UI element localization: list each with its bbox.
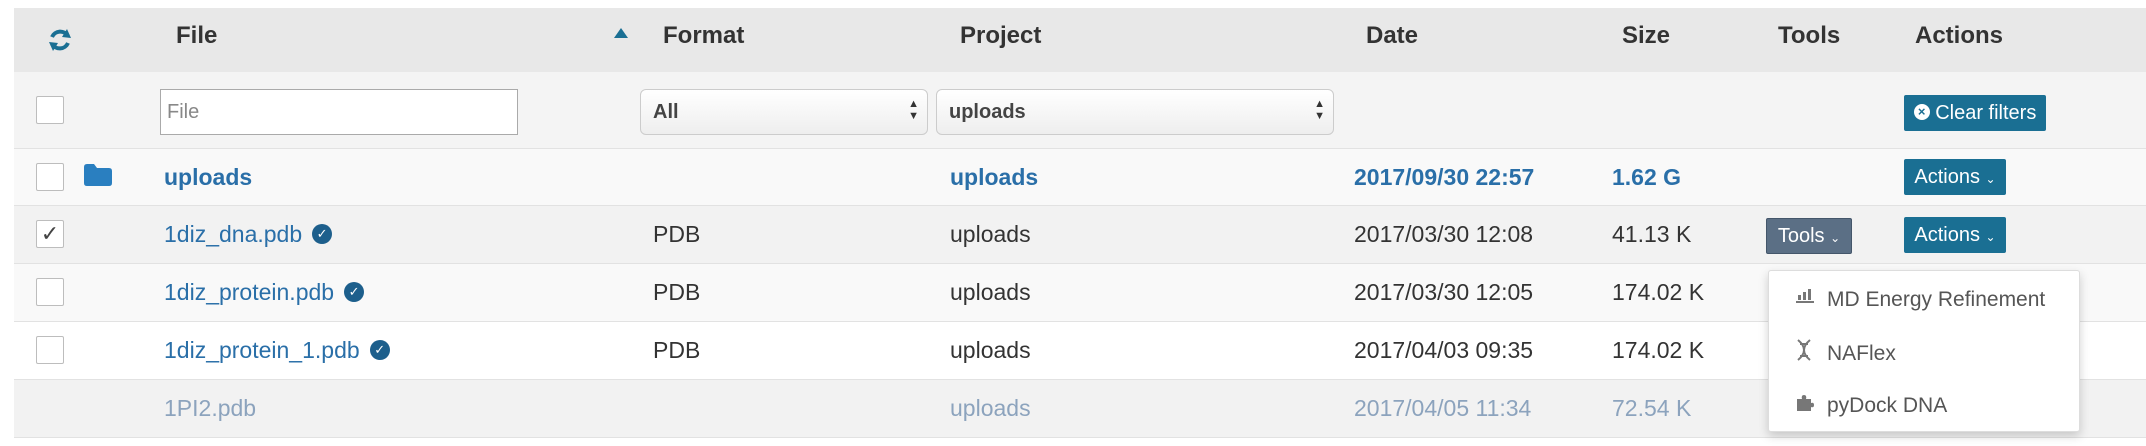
column-header-size[interactable]: Size — [1622, 22, 1670, 50]
actions-label: Actions — [1914, 224, 1980, 246]
format-cell: PDB — [653, 337, 701, 363]
dna-icon — [1795, 339, 1813, 369]
file-name-link[interactable]: 1diz_protein_1.pdb ✓ — [164, 336, 390, 364]
column-header-file[interactable]: File — [176, 22, 217, 50]
project-cell: uploads — [950, 279, 1031, 305]
menu-item-label: NAFlex — [1827, 342, 1896, 365]
menu-item-naflex[interactable]: NAFlex — [1769, 329, 2079, 377]
check-circle-icon: ✓ — [369, 339, 390, 360]
menu-item-label: pyDock DNA — [1827, 394, 1948, 417]
date-cell: 2017/09/30 22:57 — [1354, 164, 1535, 190]
date-cell: 2017/03/30 12:08 — [1354, 221, 1534, 247]
file-table: File Format Project Date Size Tools Acti… — [0, 0, 2146, 446]
project-cell: uploads — [950, 221, 1031, 247]
date-cell: 2017/03/30 12:05 — [1354, 279, 1534, 305]
actions-label: Actions — [1914, 166, 1980, 188]
select-arrows-icon: ▲ ▼ — [908, 98, 919, 122]
folder-icon[interactable] — [84, 164, 112, 191]
file-name-link[interactable]: 1diz_dna.pdb ✓ — [164, 220, 333, 248]
project-cell[interactable]: uploads — [950, 163, 1038, 191]
actions-button[interactable]: Actions ⌄ — [1904, 159, 2006, 195]
size-cell: 1.62 G — [1612, 164, 1682, 190]
puzzle-icon — [1795, 393, 1815, 421]
row-checkbox-checked[interactable]: ✓ — [36, 220, 64, 248]
tools-label: Tools — [1777, 225, 1825, 247]
size-cell: 174.02 K — [1612, 279, 1705, 305]
menu-item-label: MD Energy Refinement — [1827, 288, 2046, 311]
size-cell: 72.54 K — [1612, 395, 1692, 421]
format-filter-value: All — [653, 101, 679, 123]
tools-dropdown-menu: MD Energy Refinement NAFlex pyDock DNA — [1768, 270, 2080, 432]
row-checkbox[interactable] — [36, 336, 64, 364]
menu-item-pydock-dna[interactable]: pyDock DNA — [1769, 381, 2079, 429]
select-arrows-icon: ▲ ▼ — [1314, 98, 1325, 122]
format-cell: PDB — [653, 279, 701, 305]
file-filter-input[interactable] — [160, 89, 518, 135]
refresh-icon[interactable] — [46, 26, 74, 54]
project-filter-value: uploads — [949, 101, 1026, 123]
size-cell: 41.13 K — [1612, 221, 1692, 247]
column-header-format[interactable]: Format — [663, 22, 744, 50]
select-all-checkbox[interactable] — [36, 96, 64, 124]
file-name-link[interactable]: uploads — [164, 163, 252, 191]
file-name-link[interactable]: 1PI2.pdb — [164, 394, 256, 422]
check-circle-icon: ✓ — [344, 281, 365, 302]
row-checkbox[interactable] — [36, 163, 64, 191]
tools-button[interactable]: Tools ⌄ — [1766, 218, 1852, 254]
clear-filters-button[interactable]: × Clear filters — [1904, 95, 2046, 131]
check-circle-icon: ✓ — [312, 223, 333, 244]
chevron-down-icon: ⌄ — [1985, 172, 1996, 186]
date-cell: 2017/04/03 09:35 — [1354, 337, 1534, 363]
times-circle-icon: × — [1913, 103, 1930, 120]
row-checkbox[interactable] — [36, 278, 64, 306]
size-cell: 174.02 K — [1612, 337, 1705, 363]
bar-chart-icon — [1795, 287, 1815, 313]
format-filter-select[interactable]: All ▲ ▼ — [640, 89, 928, 135]
file-name-link[interactable]: 1diz_protein.pdb ✓ — [164, 278, 365, 306]
column-header-date[interactable]: Date — [1366, 22, 1418, 50]
file-name-text: 1diz_protein.pdb — [164, 279, 335, 305]
format-cell: PDB — [653, 221, 701, 247]
clear-filters-label: Clear filters — [1935, 102, 2037, 124]
project-filter-select[interactable]: uploads ▲ ▼ — [936, 89, 1334, 135]
column-header-tools: Tools — [1778, 22, 1841, 49]
project-cell: uploads — [950, 337, 1031, 363]
project-cell: uploads — [950, 395, 1031, 421]
chevron-down-icon: ⌄ — [1985, 230, 1996, 244]
file-name-text: 1diz_protein_1.pdb — [164, 337, 360, 363]
actions-button[interactable]: Actions ⌄ — [1904, 217, 2006, 253]
column-header-project[interactable]: Project — [960, 22, 1041, 50]
file-name-text: 1diz_dna.pdb — [164, 221, 303, 247]
table-row[interactable] — [14, 148, 2146, 205]
date-cell: 2017/04/05 11:34 — [1354, 395, 1532, 421]
chevron-down-icon: ⌄ — [1830, 231, 1841, 245]
sort-asc-icon[interactable] — [614, 28, 628, 38]
column-header-actions: Actions — [1915, 22, 2004, 49]
menu-item-md-energy-refinement[interactable]: MD Energy Refinement — [1769, 275, 2079, 323]
